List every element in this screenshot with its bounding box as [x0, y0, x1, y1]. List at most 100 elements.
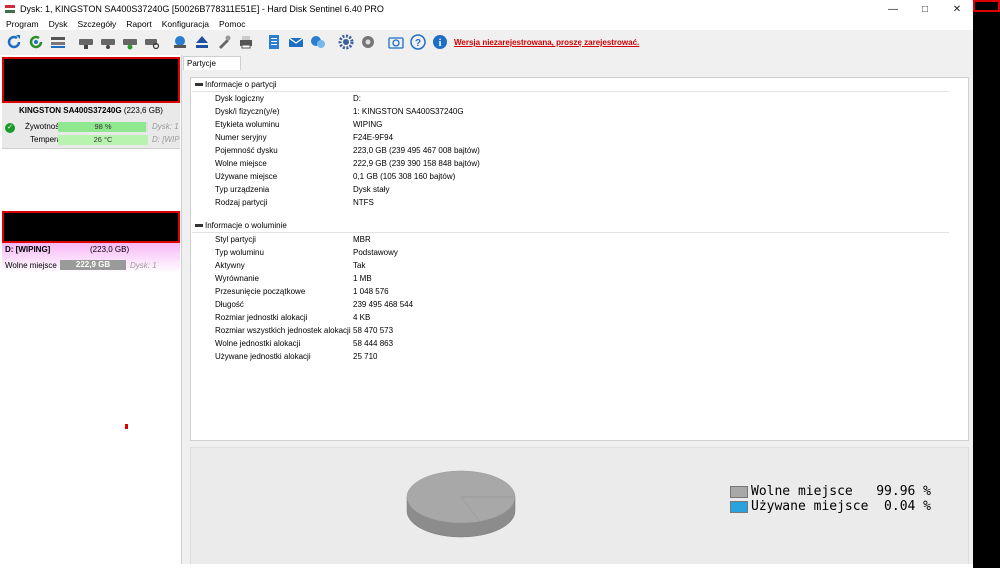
chart-legend: Wolne miejsce 99.96 % Używane miejsce 0.… — [730, 484, 931, 514]
property-value: 223,0 GB (239 495 467 008 bajtów) — [353, 146, 480, 155]
free-space-label: Wolne miejsce — [5, 261, 57, 270]
notepad-icon[interactable] — [264, 32, 284, 52]
legend-label-used: Używane miejsce 0.04 % — [751, 499, 932, 514]
drive-globe-icon[interactable] — [170, 32, 190, 52]
legend-swatch-used — [730, 500, 748, 513]
temp-row: Temperatura: 26 °C D: [WIP — [2, 135, 180, 146]
property-value: 239 495 468 544 — [353, 300, 414, 309]
property-label: Rozmiar jednostki alokacji — [215, 313, 308, 322]
property-value: WIPING — [353, 120, 383, 129]
legend-label-free: Wolne miejsce 99.96 % — [751, 484, 932, 499]
property-value: MBR — [353, 235, 371, 244]
red-marker — [125, 424, 128, 429]
property-value: 4 KB — [353, 313, 371, 322]
property-label: Wolne miejsce — [215, 159, 267, 168]
collapse-icon[interactable] — [195, 83, 203, 87]
pie-chart — [406, 470, 516, 538]
disk-entry[interactable]: KINGSTON SA400S37240G (223,6 GB) ✓ Żywot… — [2, 103, 180, 149]
disk-info-icon[interactable] — [76, 32, 96, 52]
camera-icon[interactable] — [386, 32, 406, 52]
health-label: Żywotność: — [25, 122, 66, 131]
info-icon[interactable]: i — [430, 32, 450, 52]
property-value: F24E-9F94 — [353, 133, 394, 142]
menu-configuration[interactable]: Konfiguracja — [156, 19, 213, 29]
gear-icon[interactable] — [336, 32, 356, 52]
disk-test-icon[interactable] — [98, 32, 118, 52]
property-label: Wyrównanie — [215, 274, 259, 283]
disk-list-icon[interactable] — [48, 32, 68, 52]
legend-swatch-free — [730, 485, 748, 498]
network-icon[interactable] — [308, 32, 328, 52]
menu-details[interactable]: Szczegóły — [71, 19, 120, 29]
tab-partitions[interactable]: Partycje — [183, 56, 241, 70]
partition-entry[interactable]: D: [WIPING] (223,0 GB) Wolne miejsce 222… — [2, 243, 180, 273]
property-label: Używane miejsce — [215, 172, 278, 181]
disk-name: KINGSTON SA400S37240G (223,6 GB) — [19, 106, 163, 115]
red-corner-marker — [973, 0, 1000, 12]
app-window: Dysk: 1, KINGSTON SA400S37240G [50026B77… — [0, 0, 973, 568]
partition-name: D: [WIPING] — [5, 245, 51, 254]
menu-program[interactable]: Program — [0, 19, 43, 29]
legend-free: Wolne miejsce 99.96 % — [730, 484, 931, 499]
status-bar — [0, 564, 973, 568]
property-label: Numer seryjny — [215, 133, 267, 142]
collapse-icon[interactable] — [195, 224, 203, 228]
help-icon[interactable]: ? — [408, 32, 428, 52]
property-value: Podstawowy — [353, 248, 398, 257]
menu-bar: Program Dysk Szczegóły Raport Konfigurac… — [0, 18, 973, 30]
property-value: 222,9 GB (239 390 158 848 bajtów) — [353, 159, 480, 168]
property-label: Styl partycji — [215, 235, 256, 244]
property-label: Pojemność dysku — [215, 146, 278, 155]
usage-chart: Wolne miejsce 99.96 % Używane miejsce 0.… — [190, 447, 969, 566]
legend-used: Używane miejsce 0.04 % — [730, 499, 931, 514]
close-button[interactable]: ✕ — [941, 0, 973, 18]
redacted-area — [2, 57, 180, 103]
printer-icon[interactable] — [236, 32, 256, 52]
health-disk: Dysk: 1 — [152, 122, 179, 131]
tools-icon[interactable] — [214, 32, 234, 52]
property-value: 1: KINGSTON SA400S37240G — [353, 107, 464, 116]
partition-info-heading[interactable]: Informacje o partycji — [192, 80, 949, 92]
temp-disk: D: [WIP — [152, 135, 180, 144]
menu-disk[interactable]: Dysk — [43, 19, 72, 29]
property-value: 25 710 — [353, 352, 378, 361]
property-label: Typ woluminu — [215, 248, 264, 257]
mail-icon[interactable] — [286, 32, 306, 52]
disk-panel: KINGSTON SA400S37240G (223,6 GB) ✓ Żywot… — [0, 55, 182, 568]
menu-help[interactable]: Pomoc — [213, 19, 249, 29]
svg-text:?: ? — [415, 38, 421, 49]
free-space-bar: 222,9 GB — [60, 260, 126, 270]
property-value: D: — [353, 94, 361, 103]
property-label: Rodzaj partycji — [215, 198, 268, 207]
property-value: 1 048 576 — [353, 287, 389, 296]
health-row: Żywotność: 98 % Dysk: 1 — [2, 122, 180, 133]
menu-report[interactable]: Raport — [120, 19, 156, 29]
window-title: Dysk: 1, KINGSTON SA400S37240G [50026B77… — [20, 4, 384, 14]
eject-icon[interactable] — [192, 32, 212, 52]
refresh-all-icon[interactable] — [26, 32, 46, 52]
property-label: Etykieta woluminu — [215, 120, 280, 129]
app-flag-icon — [5, 5, 15, 14]
temp-label: Temperatura: — [30, 135, 78, 144]
minimize-button[interactable]: — — [877, 0, 909, 18]
temp-bar: 26 °C — [58, 135, 148, 145]
maximize-button[interactable]: □ — [909, 0, 941, 18]
volume-info-heading[interactable]: Informacje o woluminie — [192, 221, 949, 233]
disk-search-icon[interactable] — [142, 32, 162, 52]
property-label: Typ urządzenia — [215, 185, 270, 194]
register-link[interactable]: Wersja niezarejestrowana, proszę zarejes… — [454, 38, 639, 47]
property-label: Rozmiar wszystkich jednostek alokacji — [215, 326, 351, 335]
property-label: Przesunięcie początkowe — [215, 287, 306, 296]
disk-ok-icon[interactable] — [120, 32, 140, 52]
property-value: 58 470 573 — [353, 326, 394, 335]
svg-text:i: i — [439, 38, 442, 49]
refresh-icon[interactable] — [4, 32, 24, 52]
property-label: Aktywny — [215, 261, 245, 270]
property-label: Dysk logiczny — [215, 94, 264, 103]
property-value: Dysk stały — [353, 185, 390, 194]
content-area: Informacje o partycji Informacje o wolum… — [183, 70, 973, 568]
health-bar: 98 % — [58, 122, 148, 132]
redacted-area-2 — [2, 211, 180, 243]
property-label: Długość — [215, 300, 244, 309]
settings-disk-icon[interactable] — [358, 32, 378, 52]
